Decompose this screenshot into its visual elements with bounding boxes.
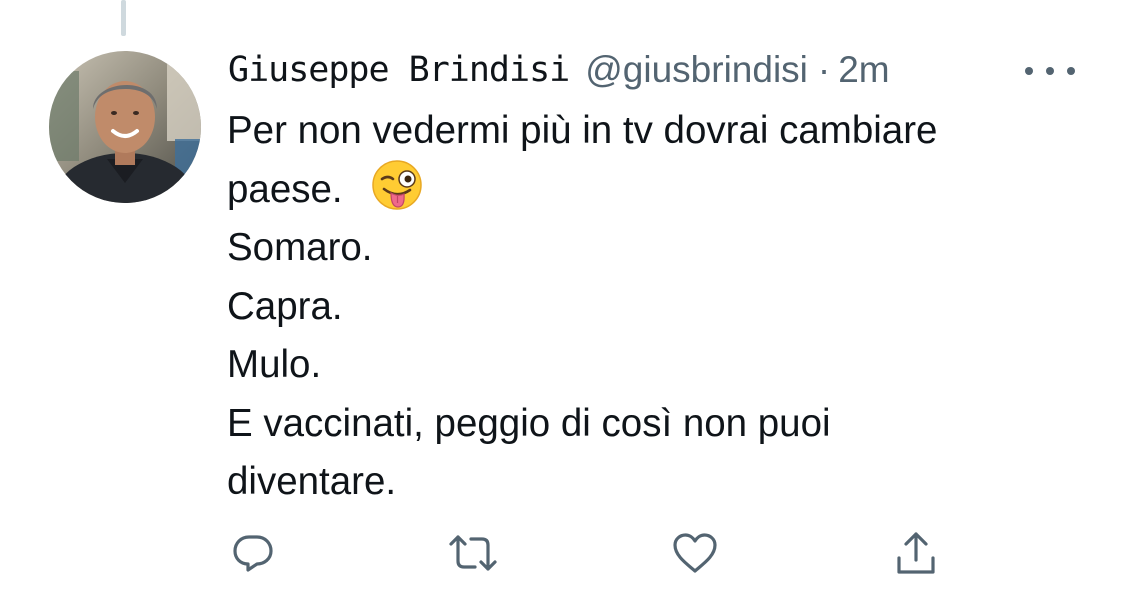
like-button[interactable]	[668, 526, 722, 580]
thread-connector-line	[121, 0, 126, 36]
tweet-text-line-with-emoji: paese.	[227, 159, 1097, 220]
author-handle[interactable]: @giusbrindisi	[585, 49, 808, 91]
meta-separator: ·	[817, 49, 831, 90]
retweet-button[interactable]	[446, 526, 500, 580]
avatar[interactable]	[49, 51, 201, 203]
retweet-icon	[449, 535, 497, 571]
tweet-text-line: E vaccinati, peggio di così non puoi	[227, 401, 831, 445]
reply-icon	[233, 535, 273, 572]
more-icon[interactable]	[1025, 56, 1075, 86]
avatar-photo	[49, 51, 201, 203]
tweet-text-line: diventare.	[227, 460, 397, 503]
more-dot	[1025, 67, 1033, 75]
reply-button[interactable]	[226, 526, 280, 580]
author-name[interactable]: Giuseppe Brindisi	[228, 50, 570, 90]
more-dot	[1067, 67, 1075, 75]
like-icon	[673, 533, 717, 573]
tweet-text-line: Per non vedermi più in tv dovrai cambiar…	[227, 109, 938, 152]
tweet-text-line: Capra.	[227, 284, 343, 328]
share-button[interactable]	[889, 526, 943, 580]
tweet-text-line: Somaro.	[227, 226, 373, 269]
tweet-text: Per non vedermi più in tv dovrai cambiar…	[227, 102, 1097, 512]
share-icon	[897, 532, 935, 574]
tweet-text-line: Mulo.	[227, 343, 322, 386]
tweet-action-bar	[0, 526, 1125, 580]
more-dot	[1046, 67, 1054, 75]
tweet-header: Giuseppe Brindisi @giusbrindisi · 2m	[228, 46, 890, 94]
winking-face-with-tongue-emoji-icon	[371, 159, 423, 211]
tweet-timestamp[interactable]: 2m	[838, 49, 889, 91]
tweet-text-segment: paese.	[227, 167, 343, 211]
